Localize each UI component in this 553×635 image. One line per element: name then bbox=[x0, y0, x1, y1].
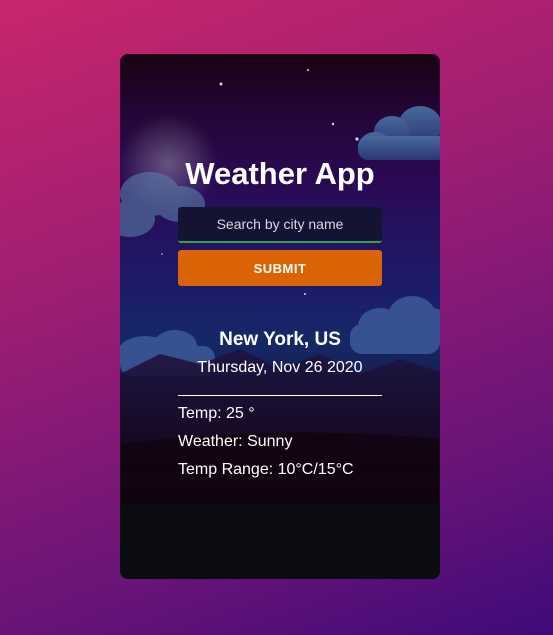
city-search-input[interactable] bbox=[178, 207, 382, 243]
weather-condition-text: Weather: Sunny bbox=[178, 433, 293, 450]
submit-button[interactable]: SUBMIT bbox=[178, 250, 382, 286]
location-label: New York, US bbox=[219, 329, 341, 350]
weather-card: Weather App SUBMIT New York, US Thursday… bbox=[120, 54, 440, 579]
temperature-text: Temp: 25 ° bbox=[178, 405, 255, 422]
date-label: Thursday, Nov 26 2020 bbox=[197, 359, 363, 376]
temp-range-text: Temp Range: 10°C/15°C bbox=[178, 461, 354, 478]
app-title: Weather App bbox=[185, 156, 375, 191]
weather-content: Weather App SUBMIT New York, US Thursday… bbox=[120, 54, 440, 579]
divider bbox=[178, 395, 382, 396]
